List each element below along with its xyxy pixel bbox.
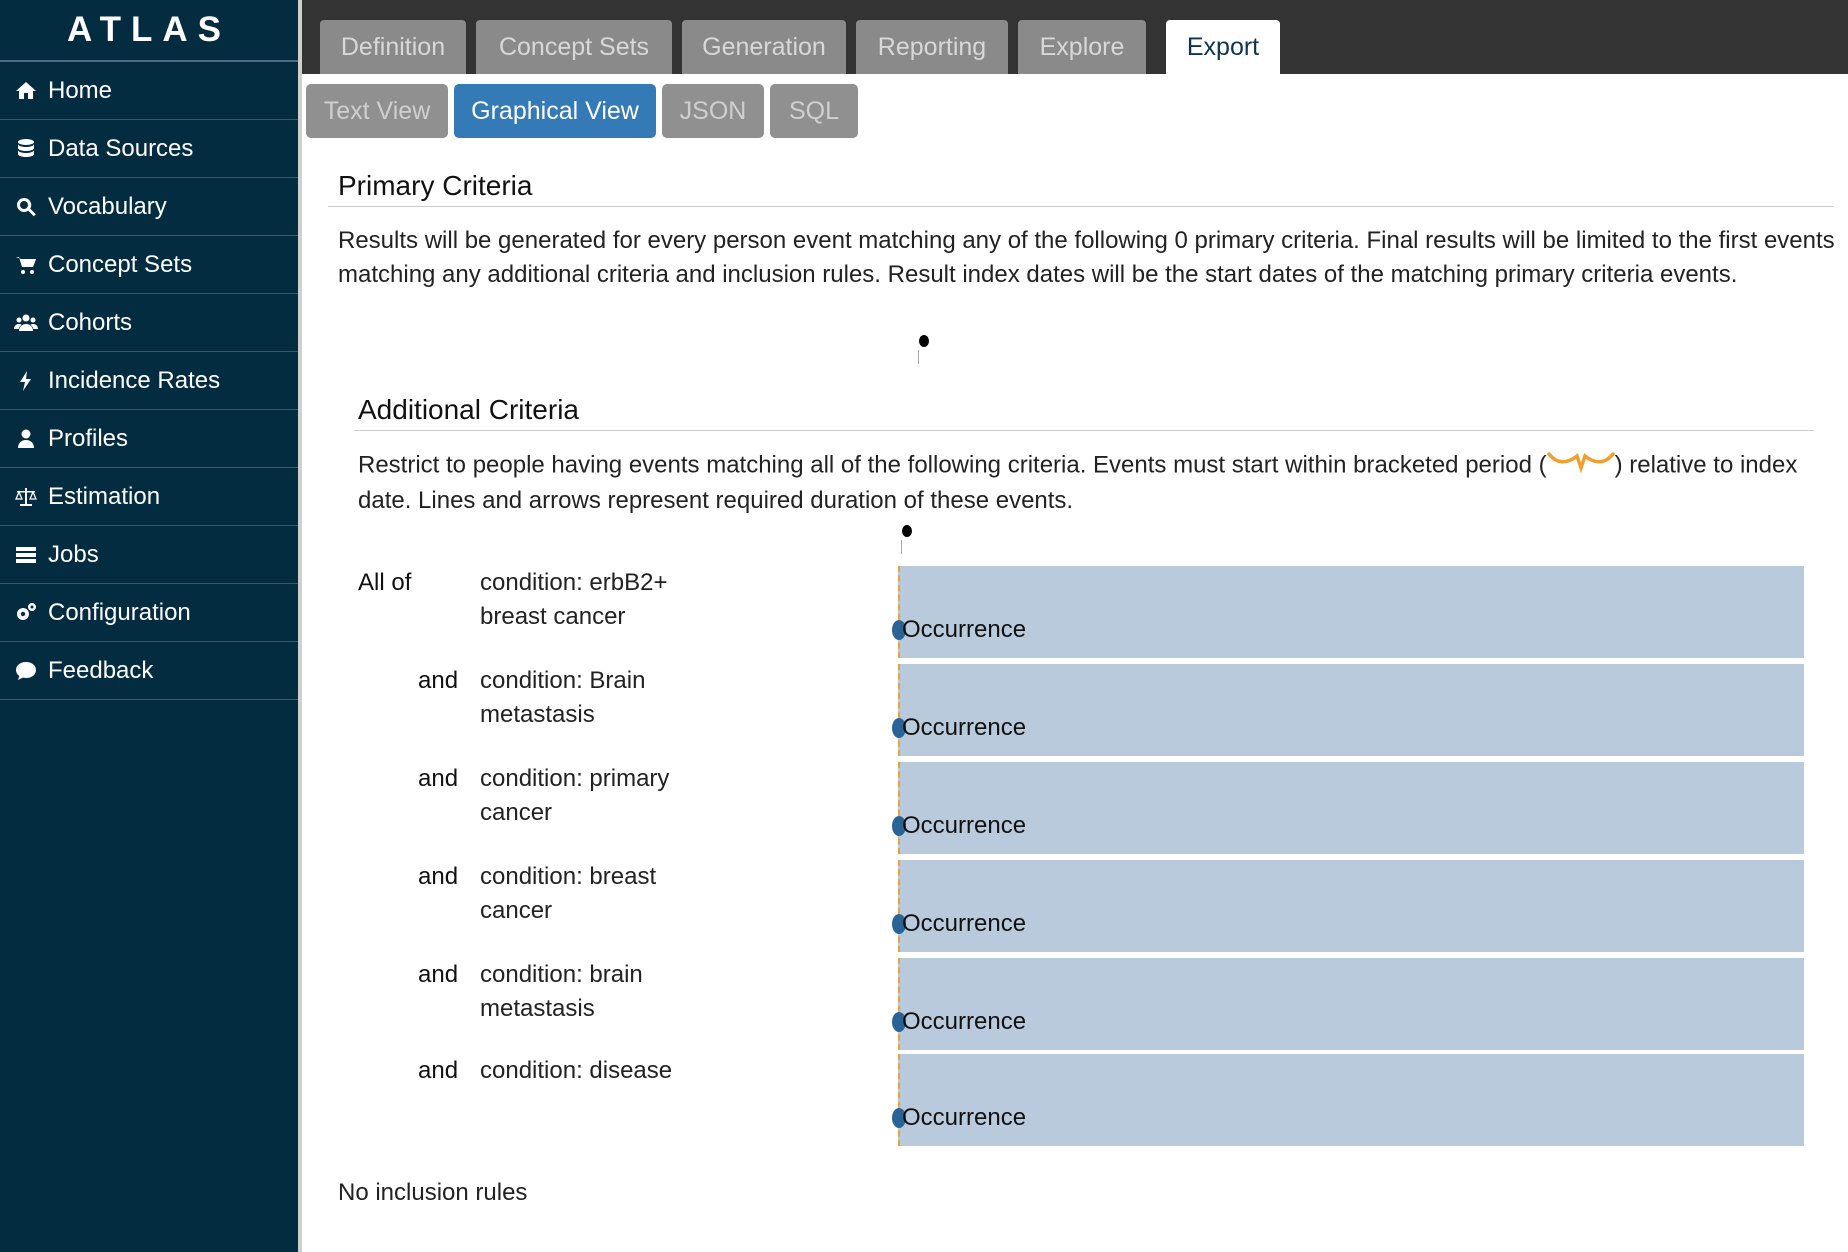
sidebar-item-label: Incidence Rates — [48, 366, 221, 394]
sidebar-item-label: Vocabulary — [48, 192, 167, 220]
cart-icon — [12, 253, 40, 277]
tab-bar: Definition Concept Sets Generation Repor… — [302, 0, 1848, 74]
sidebar-item-concept-sets[interactable]: Concept Sets — [0, 236, 298, 294]
criteria-bar: Occurrence — [892, 664, 1804, 756]
criteria-bar: Occurrence — [892, 762, 1804, 854]
sidebar-item-label: Estimation — [48, 482, 161, 510]
bracket-line — [898, 958, 900, 1050]
sidebar-item-label: Concept Sets — [48, 250, 193, 278]
inclusion-rules-status: No inclusion rules — [338, 1179, 528, 1206]
criteria-conjunction: and — [418, 863, 459, 890]
sidebar-item-incidence-rates[interactable]: Incidence Rates — [0, 352, 298, 410]
bracket-icon — [1546, 448, 1615, 484]
additional-criteria-description: Restrict to people having events matchin… — [358, 448, 1828, 518]
sidebar-item-data-sources[interactable]: Data Sources — [0, 120, 298, 178]
index-tick — [901, 540, 902, 554]
primary-criteria-description: Results will be generated for every pers… — [338, 227, 1835, 288]
subtab-sql[interactable]: SQL — [770, 84, 858, 138]
home-icon — [12, 79, 40, 103]
index-tick — [918, 350, 919, 364]
sidebar-item-jobs[interactable]: Jobs — [0, 526, 298, 584]
search-icon — [12, 195, 40, 219]
users-icon — [12, 311, 40, 335]
occurrence-label: Occurrence — [902, 1104, 1027, 1131]
criteria-bar: Occurrence — [892, 566, 1804, 658]
criteria-text: condition: primary cancer — [480, 765, 670, 826]
sidebar-item-feedback[interactable]: Feedback — [0, 642, 298, 700]
divider — [328, 206, 1834, 207]
bracket-line — [898, 860, 900, 952]
user-icon — [12, 427, 40, 451]
comment-icon — [12, 659, 40, 683]
primary-criteria-title: Primary Criteria — [338, 170, 533, 201]
sidebar-item-vocabulary[interactable]: Vocabulary — [0, 178, 298, 236]
sidebar-item-cohorts[interactable]: Cohorts — [0, 294, 298, 352]
database-icon — [12, 137, 40, 161]
occurrence-label: Occurrence — [902, 910, 1027, 937]
divider — [354, 430, 1814, 431]
sidebar-item-configuration[interactable]: Configuration — [0, 584, 298, 642]
criteria-text: condition: breast cancer — [480, 863, 657, 924]
tasks-icon — [12, 543, 40, 567]
bracket-line — [898, 664, 900, 756]
sidebar-item-label: Jobs — [48, 540, 99, 568]
subtab-json[interactable]: JSON — [662, 84, 764, 138]
criteria-bar: Occurrence — [892, 1054, 1804, 1146]
sidebar-item-estimation[interactable]: Estimation — [0, 468, 298, 526]
main-panel: Definition Concept Sets Generation Repor… — [298, 0, 1848, 1252]
occurrence-label: Occurrence — [902, 714, 1027, 741]
tab-reporting[interactable]: Reporting — [856, 20, 1008, 74]
gears-icon — [12, 601, 40, 625]
sidebar-item-label: Cohorts — [48, 308, 133, 336]
app-brand[interactable]: ATLAS — [0, 0, 298, 62]
subtab-graphical-view[interactable]: Graphical View — [454, 84, 656, 138]
sidebar-item-label: Home — [48, 76, 113, 104]
sidebar-item-label: Profiles — [48, 424, 129, 452]
subtab-text-view[interactable]: Text View — [306, 84, 448, 138]
occurrence-label: Occurrence — [902, 1008, 1027, 1035]
balance-scale-icon — [12, 485, 40, 509]
criteria-text: condition: brain metastasis — [480, 961, 643, 1022]
criteria-text: condition: erbB2+ breast cancer — [480, 569, 668, 630]
criteria-conjunction: and — [418, 1057, 459, 1084]
bracket-line — [898, 1054, 900, 1146]
sidebar-item-profiles[interactable]: Profiles — [0, 410, 298, 468]
description-text: Restrict to people having events matchin… — [358, 451, 1547, 479]
sidebar-item-label: Configuration — [48, 598, 191, 626]
criteria-bar: Occurrence — [892, 958, 1804, 1050]
sidebar-item-label: Feedback — [48, 656, 154, 684]
tab-definition[interactable]: Definition — [320, 20, 466, 74]
tab-export[interactable]: Export — [1166, 20, 1280, 74]
criteria-conjunction: and — [418, 765, 459, 792]
tab-concept-sets[interactable]: Concept Sets — [476, 20, 672, 74]
index-marker — [919, 335, 929, 347]
criteria-text: condition: Brain metastasis — [480, 667, 646, 728]
sidebar-item-home[interactable]: Home — [0, 62, 298, 120]
criteria-conjunction: and — [418, 961, 459, 988]
bracket-line — [898, 762, 900, 854]
index-marker — [902, 525, 912, 537]
additional-criteria-title: Additional Criteria — [358, 394, 579, 425]
tab-explore[interactable]: Explore — [1018, 20, 1146, 74]
criteria-text: condition: disease — [480, 1057, 673, 1084]
bolt-icon — [12, 369, 40, 393]
sidebar-item-label: Data Sources — [48, 134, 194, 162]
criteria-conjunction: and — [418, 667, 459, 694]
occurrence-label: Occurrence — [902, 812, 1027, 839]
bracket-line — [898, 566, 900, 658]
sidebar: ATLAS Home Data Sources Vocabulary Conce… — [0, 0, 298, 1252]
tab-generation[interactable]: Generation — [682, 20, 846, 74]
criteria-bar: Occurrence — [892, 860, 1804, 952]
criteria-conjunction: All of — [358, 569, 412, 596]
occurrence-label: Occurrence — [902, 616, 1027, 643]
